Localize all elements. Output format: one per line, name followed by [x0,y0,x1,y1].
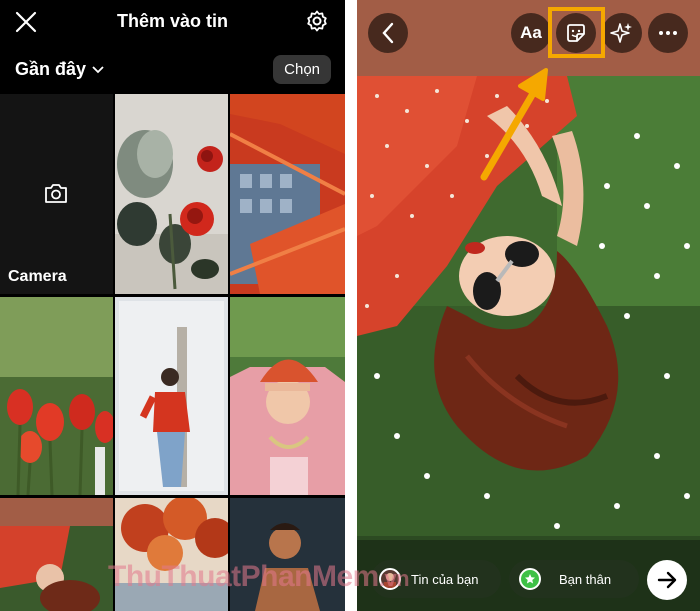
gallery-photo[interactable] [230,498,345,611]
sparkles-icon [610,23,632,43]
more-icon [659,31,677,35]
arrow-right-icon [657,571,677,589]
gallery-photo[interactable] [115,498,228,611]
sticker-highlight-box [548,7,605,58]
gallery-photo[interactable] [230,94,345,294]
text-tool-button[interactable]: Aa [511,13,551,53]
gallery-photo[interactable] [0,297,113,495]
page-title: Thêm vào tin [116,11,228,31]
story-photo [357,76,700,536]
gallery-photo[interactable] [115,297,228,495]
story-editor: Aa Tin của bạn Bạn thân [357,0,700,611]
media-grid: Camera [0,94,345,611]
camera-label: Camera [8,268,67,285]
back-button[interactable] [368,13,408,53]
chevron-left-icon [382,22,394,44]
share-your-story-button[interactable]: Tin của bạn [371,560,501,598]
effects-button[interactable] [602,13,642,53]
camera-tile[interactable]: Camera [0,94,113,294]
close-friends-button[interactable]: Bạn thân [509,560,639,598]
editor-toolbar: Aa [357,0,700,76]
gallery-photo[interactable] [230,297,345,495]
your-story-label: Tin của bạn [411,571,479,587]
more-options-button[interactable] [648,13,688,53]
album-label: Gần đây [15,59,87,79]
gallery-panel: Thêm vào tin Gần đây Chọn Camera [0,0,345,611]
next-button[interactable] [647,560,687,600]
gallery-photo[interactable] [0,498,113,611]
gallery-photo[interactable] [115,94,228,294]
share-bar: Tin của bạn Bạn thân [357,540,700,611]
star-icon [519,568,541,590]
chevron-down-icon [92,65,104,73]
camera-icon [45,184,67,203]
gear-icon [307,10,327,32]
album-row: Gần đây Chọn [0,52,345,86]
select-button[interactable]: Chọn [273,55,331,84]
album-selector[interactable]: Gần đây [15,59,104,80]
settings-button[interactable] [305,9,329,33]
avatar [379,568,401,590]
close-friends-label: Bạn thân [559,571,612,587]
gallery-header: Thêm vào tin [0,0,345,46]
